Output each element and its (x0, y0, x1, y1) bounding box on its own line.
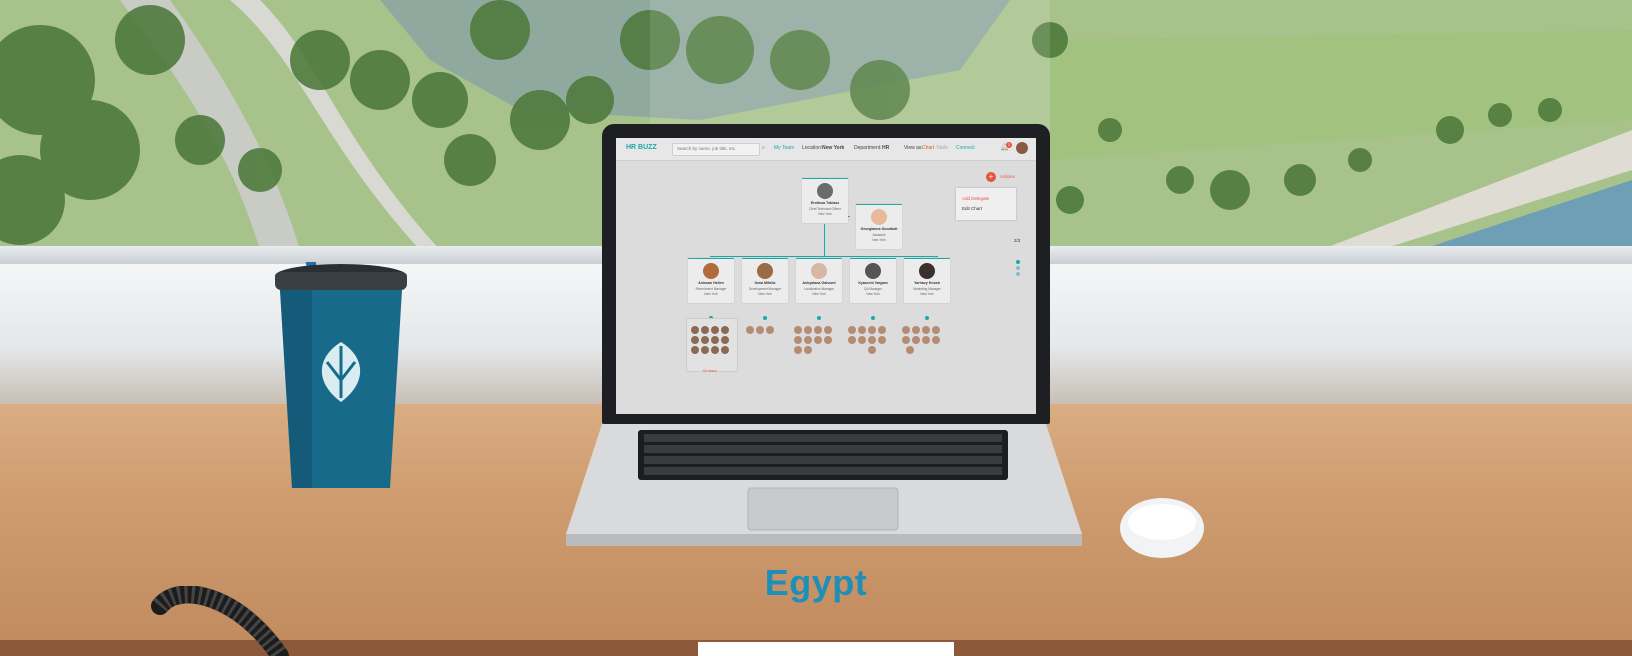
employee-location: New York (866, 292, 880, 296)
employee-name: Yarhavy Knosh (914, 281, 940, 285)
search-icon[interactable]: ⌕ (762, 145, 765, 151)
page-dot[interactable] (1016, 272, 1020, 276)
view-label: View as: (904, 145, 923, 151)
employee-role: Chief Technical Officer (809, 207, 841, 211)
team-avatar-grid (691, 326, 940, 354)
page-indicator: 2/3 (1014, 238, 1021, 243)
employee-name: Anissan Hellen (698, 281, 724, 285)
employee-name: Ankyalana Galvumi (802, 281, 836, 285)
connector-line (710, 256, 938, 257)
location-label: Location: (802, 145, 823, 151)
employee-role: Development Manager (748, 287, 782, 291)
avatar (871, 209, 887, 225)
view-table-option[interactable]: Table (936, 145, 948, 151)
actions-menu: Add Delegate Edit Chart (956, 188, 1016, 220)
department-label: Department: (854, 145, 882, 151)
org-card-report[interactable]: Ankyalana Galvumi Localization Manager N… (796, 258, 842, 303)
employee-location: New York (704, 292, 718, 296)
employee-name: Georgianna Goodbolt (860, 227, 898, 231)
view-chart-option[interactable]: Chart (922, 145, 934, 151)
actions-button[interactable]: Actions (1000, 174, 1015, 179)
connector-line (824, 224, 825, 256)
org-card-assistant[interactable]: Georgianna Goodbolt Assistant New York (856, 204, 902, 249)
search-input[interactable]: Search by name, job title, etc. (672, 143, 760, 156)
employee-role: QA Manager (864, 287, 882, 291)
location-select[interactable]: New York (822, 145, 844, 151)
menu-edit-chart[interactable]: Edit Chart (962, 206, 982, 211)
employee-role: Localization Manager (803, 287, 835, 291)
department-select[interactable]: HR (882, 145, 889, 151)
page-dot[interactable] (1016, 266, 1020, 270)
view-more-link[interactable]: +8 more (702, 368, 717, 373)
photo-scene: HR BUZZ Search by name, job title, etc. … (0, 0, 1632, 656)
employee-location: New York (872, 238, 886, 242)
app-logo: HR BUZZ (626, 144, 657, 151)
avatar (817, 183, 833, 199)
employee-name: Kyancrid Vargam (858, 281, 888, 285)
search-placeholder: Search by name, job title, etc. (677, 146, 737, 151)
avatar (703, 263, 719, 279)
avatar (919, 263, 935, 279)
org-card-root[interactable]: Erotissa Tobiasz Chief Technical Officer… (802, 178, 848, 223)
org-card-report[interactable]: Yarhavy Knosh Marketing Manager New York (904, 258, 950, 303)
org-card-report[interactable]: Ilona Mifolia Development Manager New Yo… (742, 258, 788, 303)
my-team-link[interactable]: My Team (774, 145, 794, 151)
app-topbar: HR BUZZ Search by name, job title, etc. … (616, 138, 1036, 161)
actions-plus-icon[interactable]: + (986, 172, 996, 182)
tumbler-cup-image (275, 262, 407, 488)
employee-role: Assistant (872, 233, 886, 237)
org-card-report[interactable]: Anissan Hellen Recruitment Manager New Y… (688, 258, 734, 303)
page-dot[interactable] (1016, 260, 1020, 264)
employee-location: New York (818, 212, 832, 216)
employee-location: New York (812, 292, 826, 296)
avatar (865, 263, 881, 279)
menu-add-delegate[interactable]: Add Delegate (962, 196, 989, 201)
bottom-tab[interactable] (698, 642, 954, 656)
employee-name: Erotissa Tobiasz (810, 201, 840, 205)
employee-location: New York (920, 292, 934, 296)
user-avatar[interactable] (1016, 142, 1028, 154)
employee-name: Ilona Mifolia (754, 281, 776, 285)
wireless-mouse-image (1120, 498, 1204, 558)
employee-role: Marketing Manager (913, 287, 941, 291)
laptop-screen: HR BUZZ Search by name, job title, etc. … (616, 138, 1036, 414)
slide-title: Egypt (764, 562, 868, 603)
org-card-report[interactable]: Kyancrid Vargam QA Manager New York (850, 258, 896, 303)
connect-link[interactable]: Connect (956, 145, 975, 151)
laptop-keyboard-base (566, 424, 1082, 546)
avatar (811, 263, 827, 279)
avatar (757, 263, 773, 279)
notification-badge: 2 (1006, 142, 1012, 148)
employee-role: Recruitment Manager (695, 287, 727, 291)
employee-location: New York (758, 292, 772, 296)
